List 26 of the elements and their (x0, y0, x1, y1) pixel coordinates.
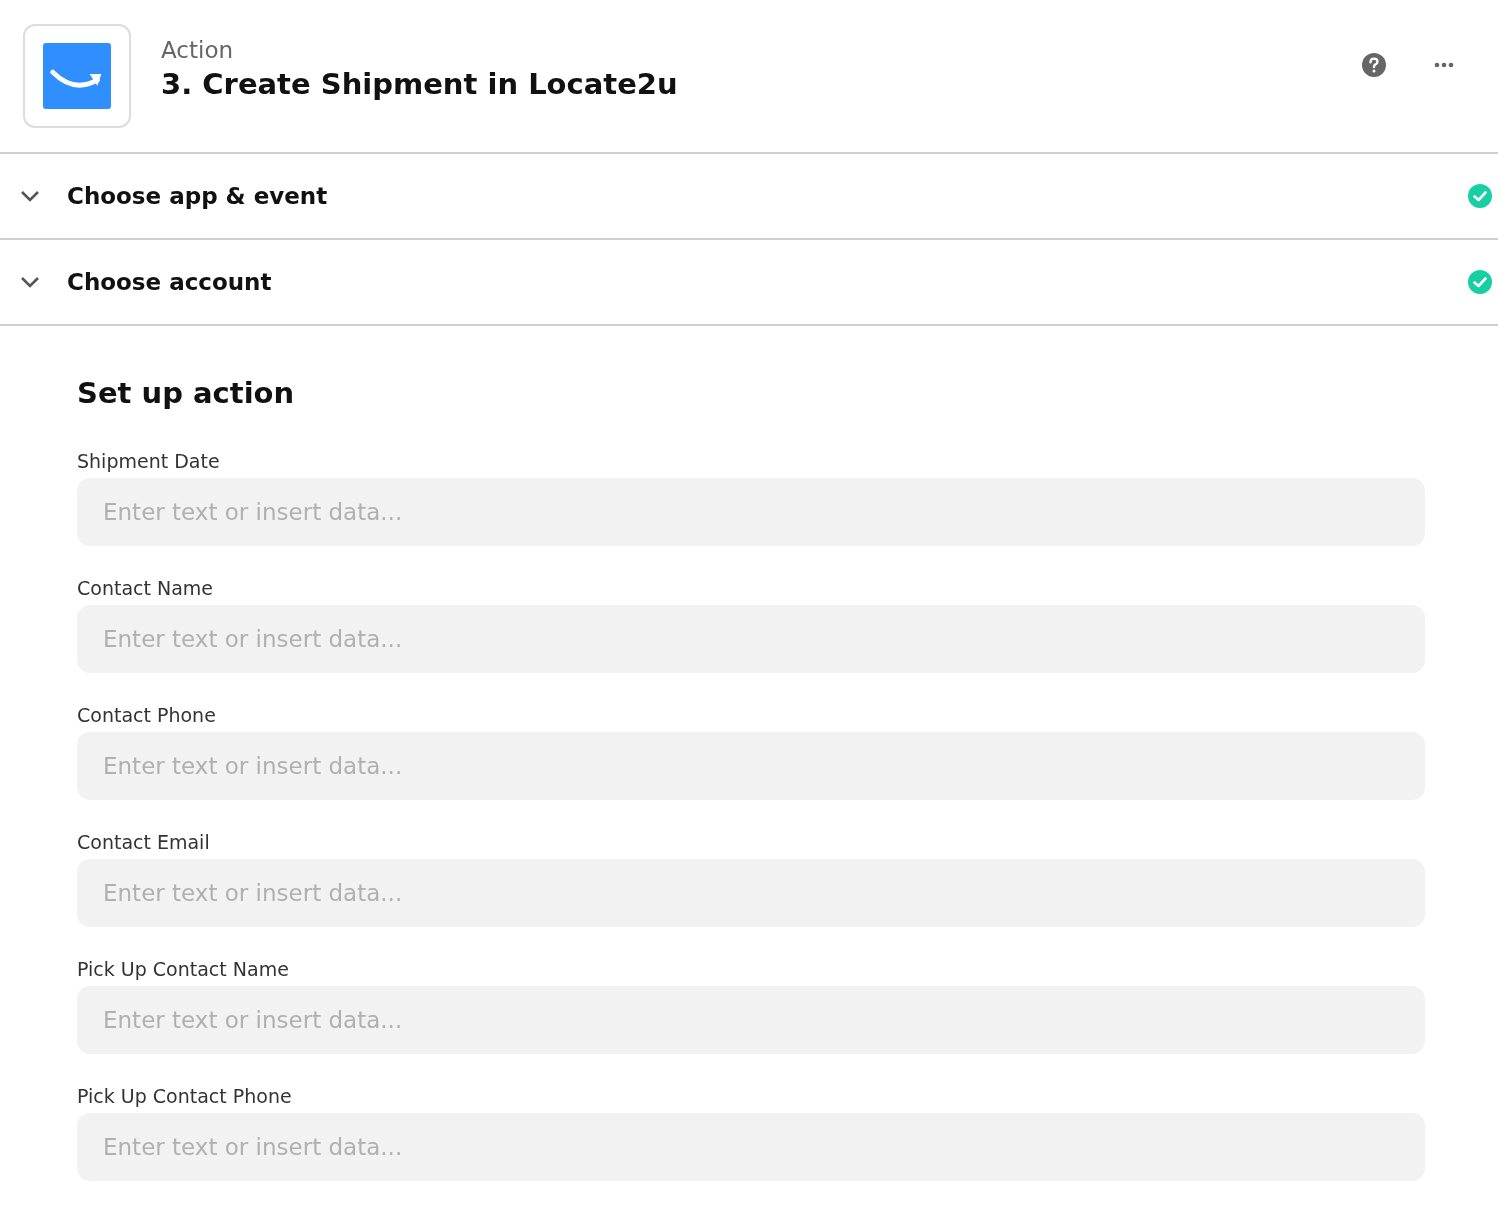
field-label: Contact Email (77, 831, 211, 853)
input-field[interactable]: Enter text or insert data... (77, 986, 1425, 1054)
chevron-icon (20, 276, 40, 288)
input-field[interactable]: Enter text or insert data... (77, 732, 1425, 800)
accordion-section[interactable]: Choose app & event (0, 154, 1498, 240)
field-label: Contact Name (77, 577, 214, 599)
help-icon[interactable] (1362, 53, 1386, 77)
accordion-section[interactable]: Choose account (0, 240, 1498, 326)
field-label: Pick Up Contact Phone (77, 1085, 293, 1107)
field-label: Shipment Date (77, 450, 221, 472)
field-label: Pick Up Contact Name (77, 958, 290, 980)
input-field[interactable]: Enter text or insert data... (77, 1113, 1425, 1181)
checkmark-icon (1468, 270, 1492, 294)
section-title: Choose app & event (67, 183, 329, 209)
field-label: Contact Phone (77, 704, 217, 726)
section-title: Choose account (67, 269, 273, 295)
step-type-label: Action (161, 37, 235, 63)
step-title: 3. Create Shipment in Locate2u (161, 67, 679, 101)
input-field[interactable]: Enter text or insert data... (77, 478, 1425, 546)
chevron-icon (20, 190, 40, 202)
input-field[interactable]: Enter text or insert data... (77, 605, 1425, 673)
smile-arrow-logo-icon (43, 42, 111, 110)
setup-heading: Set up action (77, 376, 296, 410)
checkmark-icon (1468, 184, 1492, 208)
more-options-icon[interactable] (1434, 62, 1454, 68)
input-field[interactable]: Enter text or insert data... (77, 859, 1425, 927)
